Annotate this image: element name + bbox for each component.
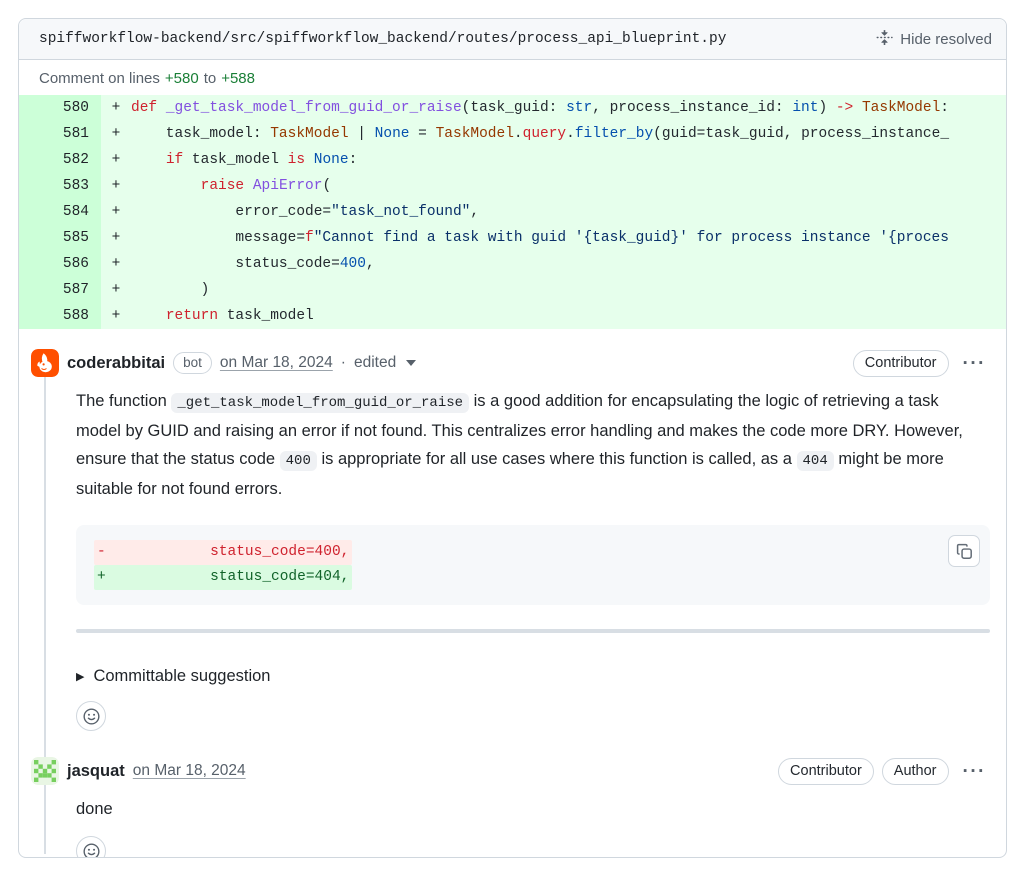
file-header: spiffworkflow-backend/src/spiffworkflow_… [19,19,1006,60]
inline-code: 400 [280,451,317,471]
code-line: 587+ ) [19,277,1006,303]
code-text: task_model: TaskModel | None = TaskModel… [131,121,1006,147]
kebab-menu-button[interactable]: ··· [959,352,990,375]
comment-header: jasquat on Mar 18, 2024 Contributor Autho… [31,757,990,785]
code-text: error_code="task_not_found", [131,199,1006,225]
kebab-menu-button[interactable]: ··· [959,760,990,783]
code-text: ) [131,277,1006,303]
avatar-jasquat[interactable] [31,757,59,785]
badge-list: Contributor [853,350,949,377]
suggestion-lines: - status_code=400,+ status_code=404, [94,540,934,590]
comment-author[interactable]: coderabbitai [67,354,165,373]
comment-date-link[interactable]: on Mar 18, 2024 [220,354,333,372]
line-number[interactable]: 583 [19,173,101,199]
line-number[interactable]: 585 [19,225,101,251]
hide-resolved-button[interactable]: Hide resolved [876,29,992,50]
line-number[interactable]: 587 [19,277,101,303]
role-badge-author: Author [882,758,949,785]
line-number[interactable]: 584 [19,199,101,225]
comment-coderabbitai: coderabbitai bot on Mar 18, 2024 · edite… [19,329,1006,731]
page: spiffworkflow-backend/src/spiffworkflow_… [0,0,1024,877]
smiley-icon [83,708,100,725]
comment-jasquat: jasquat on Mar 18, 2024 Contributor Autho… [19,731,1006,858]
edited-separator: · [341,354,346,372]
hide-resolved-label: Hide resolved [900,31,992,48]
comment-author[interactable]: jasquat [67,762,125,781]
line-number[interactable]: 588 [19,303,101,329]
role-badge-contributor: Contributor [778,758,874,785]
diff-add-marker: + [101,303,131,329]
avatar-coderabbitai[interactable] [31,349,59,377]
inline-code: 404 [797,451,834,471]
code-diff: 580+def _get_task_model_from_guid_or_rai… [19,95,1006,329]
triangle-right-icon: ▶ [76,670,84,683]
body-text: is appropriate for all use cases where t… [317,450,797,468]
comment-lines-to: to [204,70,217,87]
comment-date-link[interactable]: on Mar 18, 2024 [133,762,246,780]
code-line: 583+ raise ApiError( [19,173,1006,199]
chevron-down-icon[interactable] [406,360,416,366]
line-number[interactable]: 581 [19,121,101,147]
comment-lines-prefix: Comment on lines [39,70,160,87]
code-line: 588+ return task_model [19,303,1006,329]
code-line: 582+ if task_model is None: [19,147,1006,173]
fold-icon [876,29,893,50]
code-text: status_code=400, [131,251,1006,277]
diff-add-marker: + [101,225,131,251]
committable-suggestion-toggle[interactable]: ▶ Committable suggestion [76,667,990,686]
diff-add-marker: + [101,199,131,225]
code-line: 581+ task_model: TaskModel | None = Task… [19,121,1006,147]
line-link-end[interactable]: +588 [221,70,255,87]
committable-suggestion-label: Committable suggestion [93,667,270,686]
bot-badge: bot [173,352,212,374]
code-line: 580+def _get_task_model_from_guid_or_rai… [19,95,1006,121]
diff-add-marker: + [101,173,131,199]
file-path[interactable]: spiffworkflow-backend/src/spiffworkflow_… [39,31,876,47]
review-thread-card: spiffworkflow-backend/src/spiffworkflow_… [18,18,1007,858]
code-text: def _get_task_model_from_guid_or_raise(t… [131,95,1006,121]
code-line: 586+ status_code=400, [19,251,1006,277]
code-line: 584+ error_code="task_not_found", [19,199,1006,225]
role-badge-contributor: Contributor [853,350,949,377]
code-line: 585+ message=f"Cannot find a task with g… [19,225,1006,251]
diff-add-marker: + [101,121,131,147]
diff-add-marker: + [101,251,131,277]
divider [76,629,990,633]
line-number[interactable]: 582 [19,147,101,173]
comment-body: done [76,795,988,823]
suggestion-line-del: - status_code=400, [94,540,934,565]
line-number[interactable]: 586 [19,251,101,277]
committable-suggestion-details: ▶ Committable suggestion [76,667,990,686]
diff-add-marker: + [101,147,131,173]
body-text: The function [76,392,171,410]
edited-label[interactable]: edited [354,354,396,372]
emoji-reaction-button[interactable] [76,701,106,731]
badge-list: Contributor Author [778,758,948,785]
suggestion-line-add: + status_code=404, [94,565,934,590]
code-text: if task_model is None: [131,147,1006,173]
code-text: message=f"Cannot find a task with guid '… [131,225,1006,251]
diff-add-marker: + [101,95,131,121]
inline-code: _get_task_model_from_guid_or_raise [171,393,469,413]
code-text: return task_model [131,303,1006,329]
comment-body: The function _get_task_model_from_guid_o… [76,387,988,503]
smiley-icon [83,843,100,859]
comment-header: coderabbitai bot on Mar 18, 2024 · edite… [31,349,990,377]
comment-lines-row: Comment on lines +580 to +588 [19,60,1006,95]
emoji-reaction-button[interactable] [76,836,106,858]
line-link-start[interactable]: +580 [165,70,199,87]
code-text: raise ApiError( [131,173,1006,199]
suggestion-diff-box: - status_code=400,+ status_code=404, [76,525,990,605]
line-number[interactable]: 580 [19,95,101,121]
diff-add-marker: + [101,277,131,303]
copy-button[interactable] [948,535,980,567]
